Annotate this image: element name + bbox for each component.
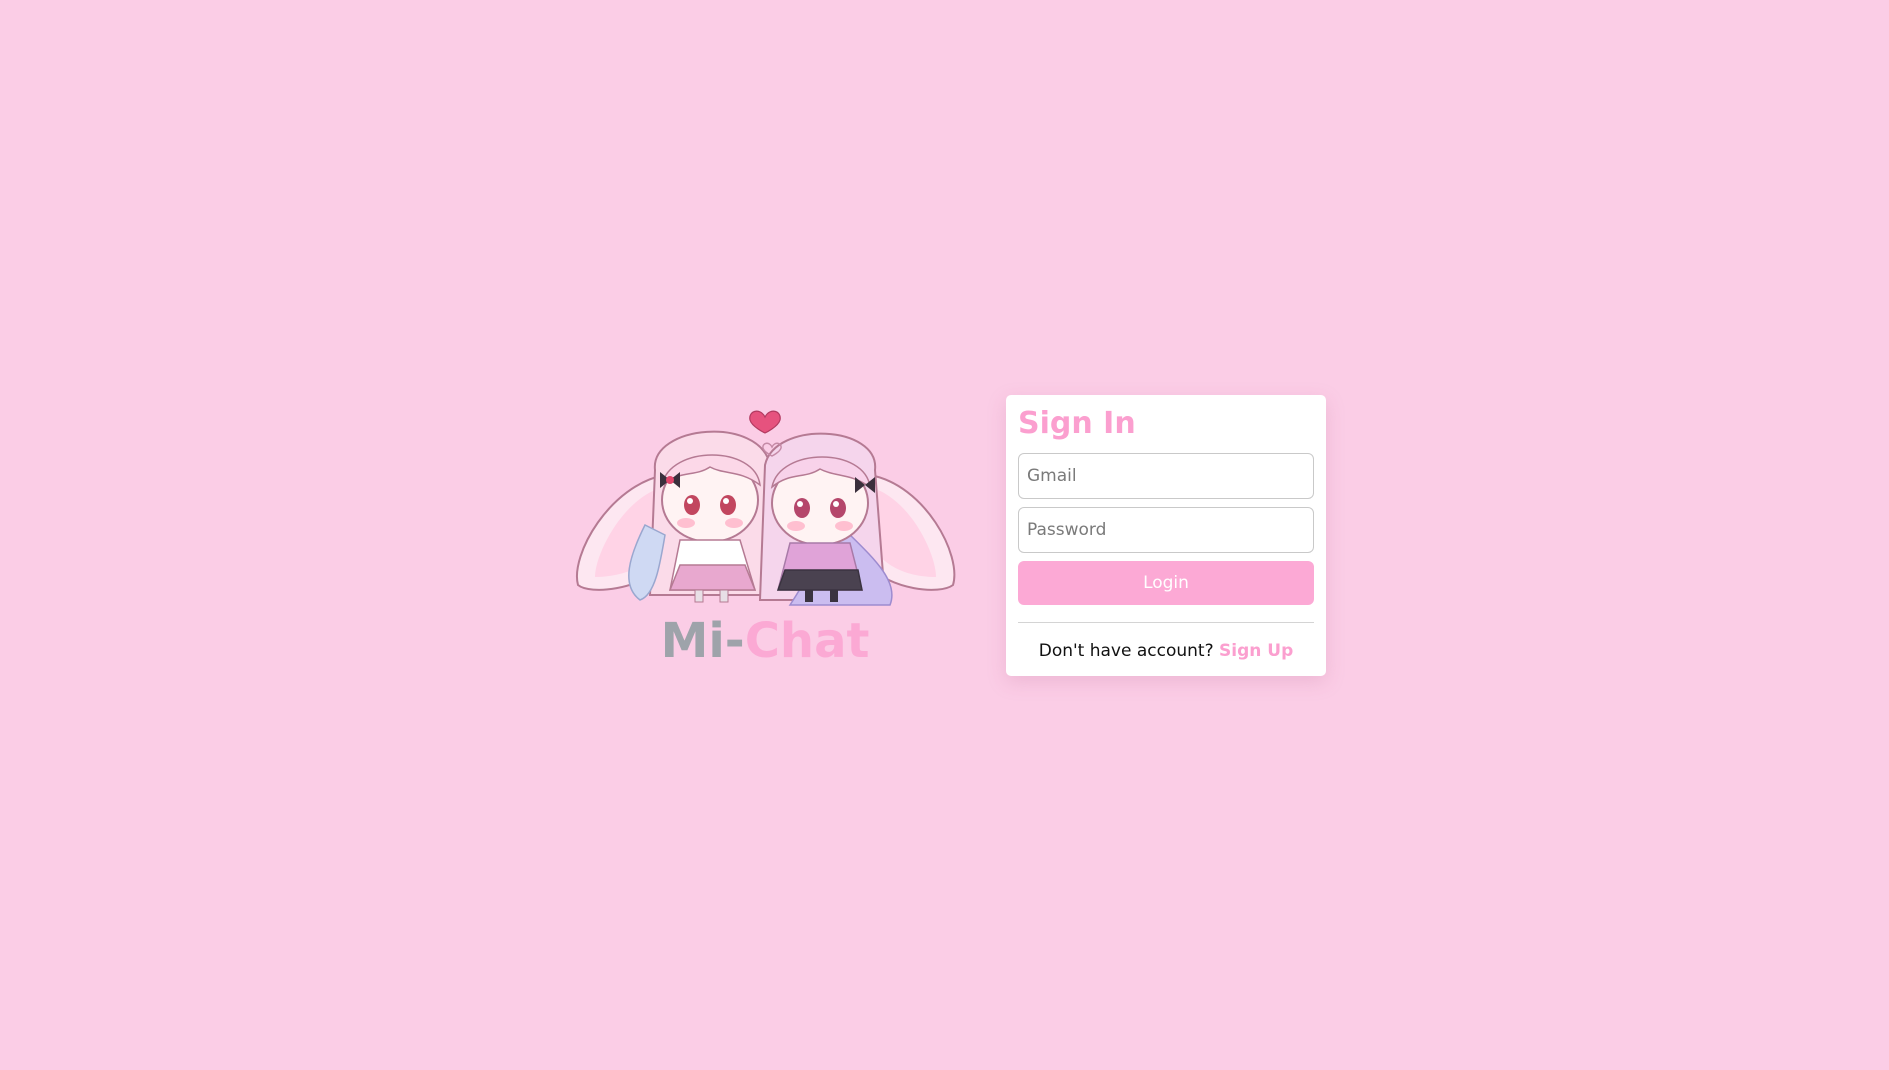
login-page: Mi-Chat Sign In Login Don't have account… bbox=[0, 0, 1889, 1070]
wordmark-mi: Mi- bbox=[660, 613, 745, 669]
password-input[interactable] bbox=[1018, 507, 1314, 553]
signup-prompt: Don't have account? Sign Up bbox=[1018, 641, 1314, 661]
divider bbox=[1018, 622, 1314, 623]
brand-panel: Mi-Chat bbox=[570, 405, 960, 685]
chibi-bunny-girls-illustration bbox=[575, 410, 956, 606]
no-account-text: Don't have account? bbox=[1038, 641, 1214, 661]
gmail-input[interactable] bbox=[1018, 453, 1314, 499]
signin-title: Sign In bbox=[1018, 406, 1136, 441]
login-button[interactable]: Login bbox=[1018, 561, 1314, 605]
wordmark-chat: Chat bbox=[744, 613, 870, 669]
app-wordmark: Mi-Chat bbox=[570, 617, 960, 665]
signin-card: Sign In Login Don't have account? Sign U… bbox=[1006, 395, 1326, 676]
signup-link[interactable]: Sign Up bbox=[1219, 641, 1293, 661]
